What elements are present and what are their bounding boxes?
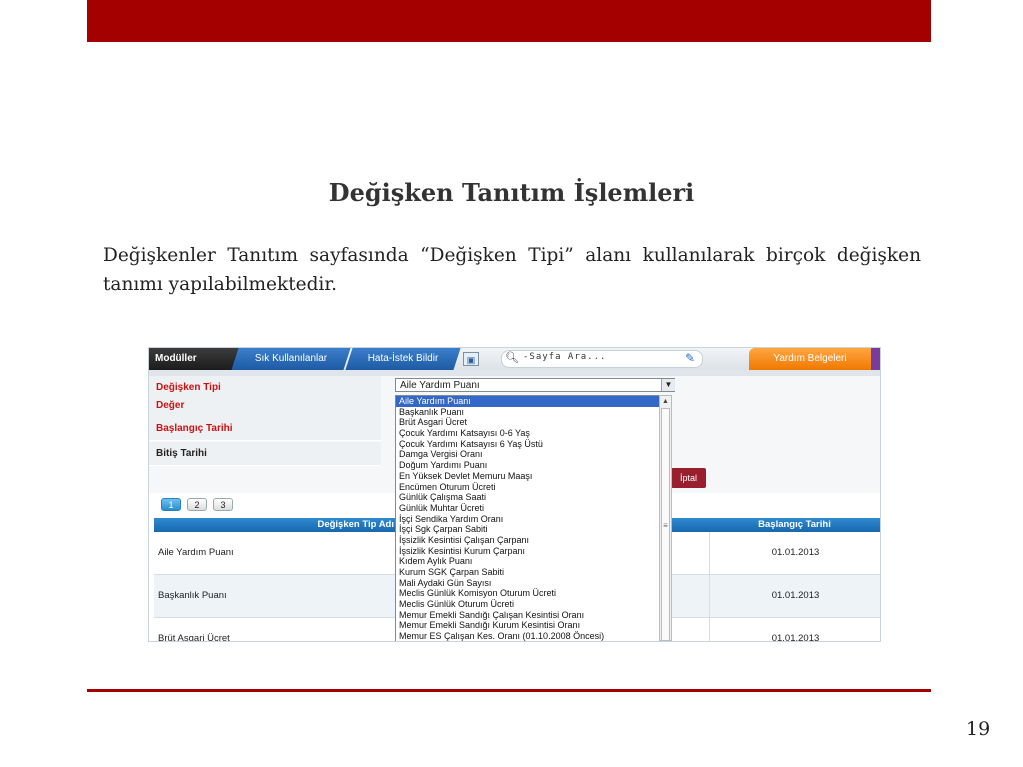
app-screenshot: Modüller Sık Kullanılanlar Hata-İstek Bi… [148,347,881,642]
dropdown-option[interactable]: İşçi Sendika Yardım Oranı [396,514,660,525]
cell-date: 01.01.2013 [709,532,880,574]
dropdown-option[interactable]: Günlük Muhtar Ücreti [396,503,660,514]
broom-icon[interactable]: ✎ [685,351,695,365]
page-2-button[interactable]: 2 [187,498,207,511]
cell-name: Aile Yardım Puanı [158,547,234,558]
top-accent-bar [87,0,931,42]
dropdown-option[interactable]: Kıdem Aylık Puanı [396,556,660,567]
cell-date: 01.01.2013 [709,618,880,641]
dropdown-option[interactable]: Damga Vergisi Oranı [396,449,660,460]
header-start-date[interactable]: Başlangıç Tarihi [709,518,880,532]
search-icon: 🔍︎ [505,352,519,364]
slide-title: Değişken Tanıtım İşlemleri [328,178,695,207]
dropdown-option[interactable]: Kurum SGK Çarpan Sabiti [396,567,660,578]
tab-report[interactable]: Hata-İstek Bildir [345,348,461,370]
dropdown-scrollbar[interactable]: ▲ ≡ [659,395,672,641]
dropdown-option[interactable]: İşsizlik Kesintisi Çalışan Çarpanı [396,535,660,546]
dropdown-option[interactable]: Mali Aydaki Gün Sayısı [396,578,660,589]
dropdown-option[interactable]: Çocuk Yardımı Katsayısı 6 Yaş Üstü [396,439,660,450]
cell-name: Brüt Asgari Ücret [158,633,230,642]
cell-name: Başkanlık Puanı [158,590,227,601]
top-navigation: Modüller Sık Kullanılanlar Hata-İstek Bi… [149,348,880,370]
bottom-accent-line [87,689,931,692]
page-3-button[interactable]: 3 [213,498,233,511]
label-end-date: Bitiş Tarihi [149,442,381,466]
tab-frequent[interactable]: Sık Kullanılanlar [231,348,351,370]
dropdown-option[interactable]: Encümen Oturum Ücreti [396,482,660,493]
modules-menu[interactable]: Modüller [149,348,239,370]
cell-date: 01.01.2013 [709,575,880,617]
dropdown-option[interactable]: Aile Yardım Puanı [396,396,660,407]
dropdown-option[interactable]: Memur Emekli Sandığı Kurum Kesintisi Ora… [396,620,660,631]
label-value: Değer [149,394,381,418]
dropdown-option[interactable]: Çocuk Yardımı Katsayısı 0-6 Yaş [396,428,660,439]
dropdown-option[interactable]: Meclis Günlük Komisyon Oturum Ücreti [396,588,660,599]
cancel-button[interactable]: İptal [671,468,706,488]
tab-frequent-label: Sık Kullanılanlar [254,353,328,364]
dropdown-option[interactable]: İşçi Sgk Çarpan Sabiti [396,524,660,535]
chevron-up-icon[interactable]: ▲ [660,396,671,407]
dropdown-option[interactable]: Günlük Çalışma Saati [396,492,660,503]
purple-edge [871,348,880,370]
tab-report-label: Hata-İstek Bildir [367,353,439,364]
dropdown-option[interactable]: Memur ES Çalışan Kes. Oranı (01.10.2008 … [396,631,660,641]
label-start-date: Başlangıç Tarihi [149,417,381,441]
chevron-down-icon[interactable]: ▼ [661,379,675,391]
dropdown-option[interactable]: Brüt Asgari Ücret [396,417,660,428]
page-icon[interactable]: ▣ [463,352,479,366]
variable-type-dropdown[interactable]: Aile Yardım Puanı Başkanlık Puanı Brüt A… [395,395,661,641]
dropdown-option[interactable]: En Yüksek Devlet Memuru Maaşı [396,471,660,482]
dropdown-option[interactable]: Meclis Günlük Oturum Ücreti [396,599,660,610]
page-number: 19 [966,718,991,740]
header-type-name[interactable]: Değişken Tip Adı [154,518,394,532]
help-docs-tab[interactable]: Yardım Belgeleri [749,348,871,370]
page-1-button[interactable]: 1 [161,498,181,511]
search-placeholder: -Sayfa Ara... [523,352,607,362]
intro-paragraph: Değişkenler Tanıtım sayfasında “Değişken… [103,245,921,295]
scrollbar-thumb[interactable]: ≡ [661,408,670,641]
dropdown-option[interactable]: Başkanlık Puanı [396,407,660,418]
variable-type-select[interactable]: Aile Yardım Puanı [395,378,675,392]
dropdown-option[interactable]: İşsizlik Kesintisi Kurum Çarpanı [396,546,660,557]
dropdown-option[interactable]: Doğum Yardımı Puanı [396,460,660,471]
dropdown-option[interactable]: Memur Emekli Sandığı Çalışan Kesintisi O… [396,610,660,621]
